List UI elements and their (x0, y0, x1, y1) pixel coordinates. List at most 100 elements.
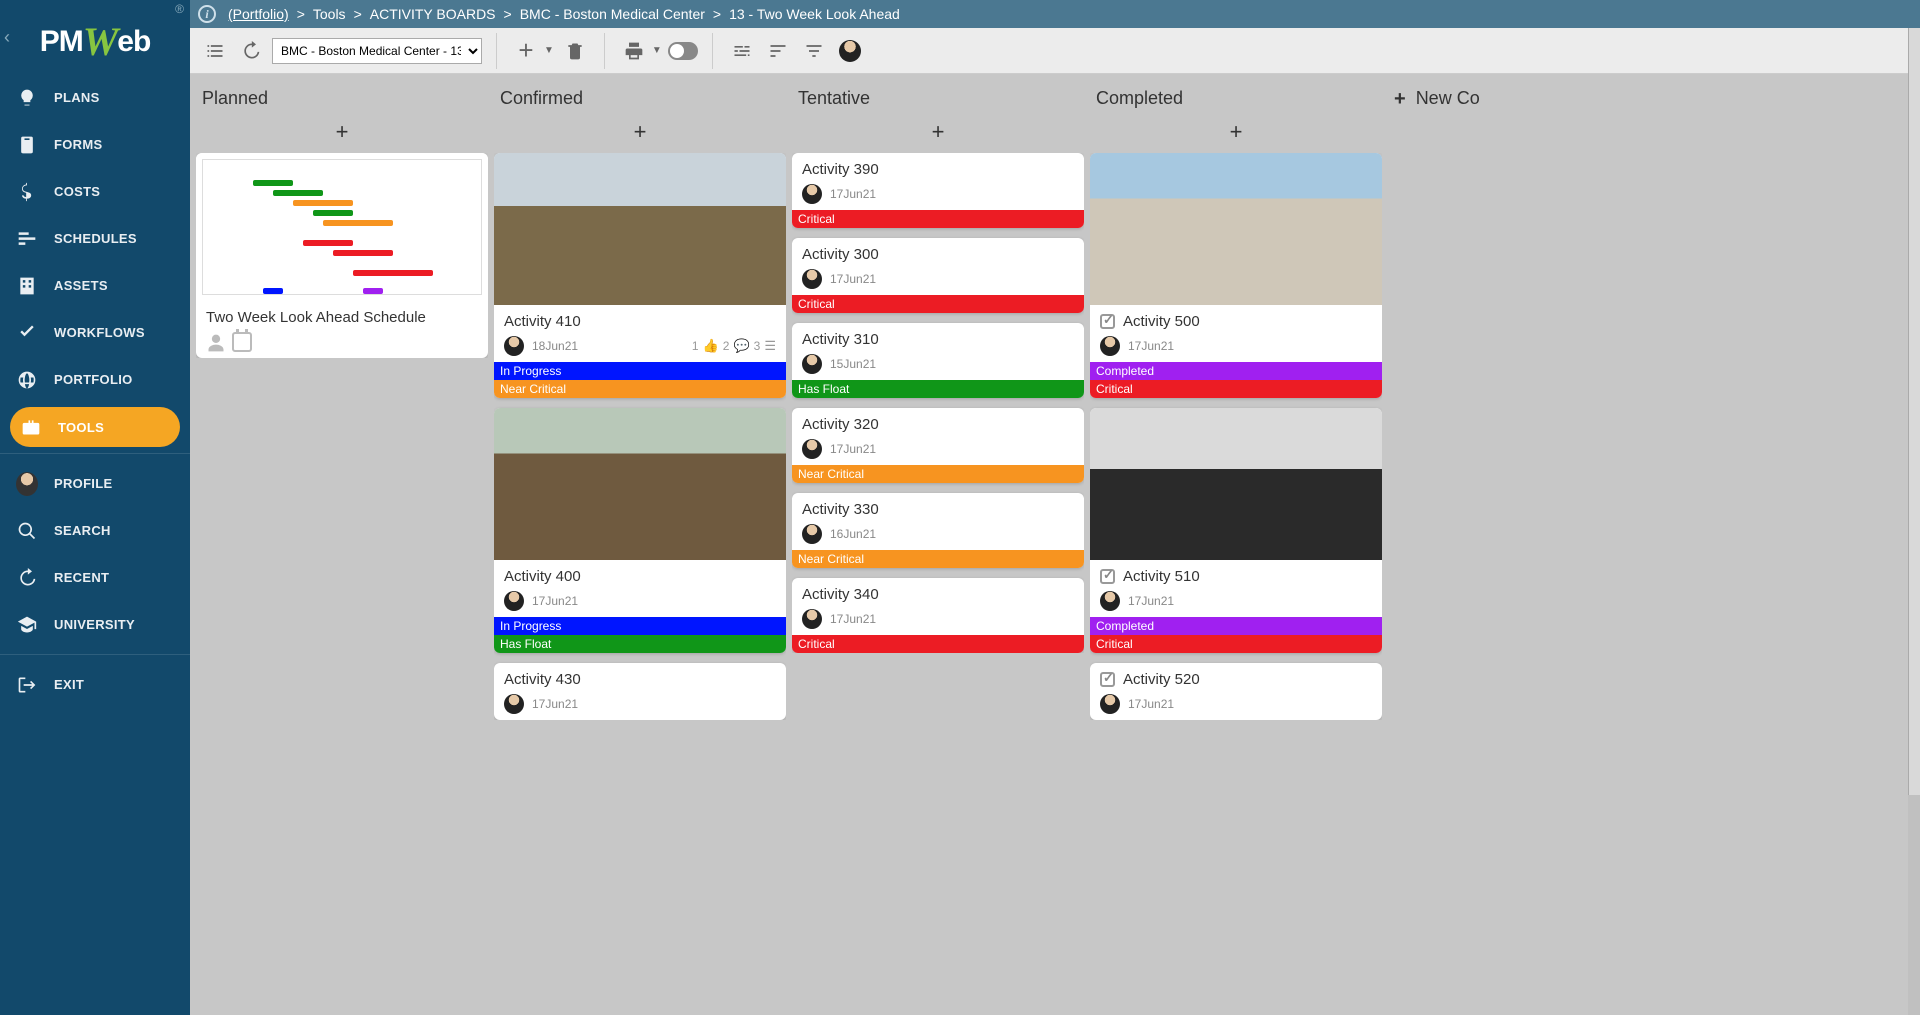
card-title: Activity 340 (802, 586, 1074, 603)
avatar-icon (504, 336, 524, 356)
card-activity-520[interactable]: Activity 520 17Jun21 (1090, 663, 1382, 720)
card-title: Activity 500 (1123, 313, 1200, 330)
breadcrumb-sep: > (504, 6, 512, 22)
avatar-icon (1100, 694, 1120, 714)
graduation-icon (16, 614, 38, 636)
card-activity-410[interactable]: Activity 410 18Jun21 1👍 2💬 3☰ In Progres… (494, 153, 786, 398)
avatar-icon (504, 591, 524, 611)
card-activity-510[interactable]: Activity 510 17Jun21 Completed Critical (1090, 408, 1382, 653)
add-card-button[interactable]: + (1090, 117, 1382, 153)
thumbs-up-icon: 👍 (703, 338, 719, 354)
add-card-button[interactable]: + (494, 117, 786, 153)
sidebar-item-assets[interactable]: ASSETS (0, 262, 190, 309)
card-date: 17Jun21 (532, 697, 578, 711)
kanban-board: Planned + (190, 74, 1908, 1015)
checkbox-icon[interactable] (1100, 314, 1115, 329)
likes-count: 1 (692, 339, 699, 353)
sidebar-item-search[interactable]: SEARCH (0, 507, 190, 554)
sidebar-item-university[interactable]: UNIVERSITY (0, 601, 190, 648)
avatar-icon (1100, 336, 1120, 356)
card-title: Activity 310 (802, 331, 1074, 348)
plus-icon: + (1394, 88, 1406, 111)
sidebar-item-recent[interactable]: RECENT (0, 554, 190, 601)
checkbox-icon[interactable] (1100, 569, 1115, 584)
add-dropdown-icon[interactable]: ▼ (544, 45, 554, 56)
avatar-icon (802, 354, 822, 374)
breadcrumb-project[interactable]: BMC - Boston Medical Center (520, 6, 705, 22)
comment-icon: 💬 (733, 338, 749, 354)
card-activity-330[interactable]: Activity 330 16Jun21 Near Critical (792, 493, 1084, 568)
tag-critical: Critical (1090, 635, 1382, 653)
tag-completed: Completed (1090, 362, 1382, 380)
card-title: Activity 320 (802, 416, 1074, 433)
card-activity-430[interactable]: Activity 430 17Jun21 (494, 663, 786, 720)
card-activity-300[interactable]: Activity 300 17Jun21 Critical (792, 238, 1084, 313)
settings-sliders-icon[interactable] (727, 36, 757, 66)
column-title: Tentative (792, 84, 1084, 117)
toolbar-separator (712, 33, 713, 69)
sidebar-item-plans[interactable]: PLANS (0, 74, 190, 121)
breadcrumb-portfolio[interactable]: (Portfolio) (228, 6, 289, 22)
print-icon[interactable] (619, 36, 649, 66)
tag-near-critical: Near Critical (792, 550, 1084, 568)
history-icon[interactable] (236, 36, 266, 66)
column-title: Planned (196, 84, 488, 117)
vertical-scrollbar[interactable]: ▲ (1908, 0, 1920, 795)
sidebar-item-tools[interactable]: TOOLS (10, 407, 180, 447)
card-title: Activity 330 (802, 501, 1074, 518)
avatar-icon (16, 473, 38, 495)
add-card-button[interactable]: + (196, 117, 488, 153)
user-avatar-icon[interactable] (835, 36, 865, 66)
sidebar-item-label: UNIVERSITY (54, 617, 135, 632)
board-selector[interactable]: BMC - Boston Medical Center - 13 - Two W… (272, 38, 482, 64)
info-icon[interactable]: i (198, 5, 216, 23)
card-activity-400[interactable]: Activity 400 17Jun21 In Progress Has Flo… (494, 408, 786, 653)
checkbox-icon[interactable] (1100, 672, 1115, 687)
card-activity-340[interactable]: Activity 340 17Jun21 Critical (792, 578, 1084, 653)
sidebar-item-label: FORMS (54, 137, 102, 152)
column-planned: Planned + (196, 84, 488, 1005)
delete-icon[interactable] (560, 36, 590, 66)
filter-icon[interactable] (799, 36, 829, 66)
breadcrumb: i (Portfolio) > Tools > ACTIVITY BOARDS … (190, 0, 1920, 28)
card-title: Activity 520 (1123, 671, 1200, 688)
sidebar-item-label: PLANS (54, 90, 100, 105)
toggle-switch[interactable] (668, 36, 698, 66)
sort-desc-icon[interactable] (763, 36, 793, 66)
tag-completed: Completed (1090, 617, 1382, 635)
breadcrumb-tools[interactable]: Tools (313, 6, 346, 22)
collapse-sidebar-icon[interactable]: ‹ (4, 27, 10, 48)
column-title: Completed (1090, 84, 1382, 117)
breadcrumb-sep: > (713, 6, 721, 22)
sidebar-item-profile[interactable]: PROFILE (0, 460, 190, 507)
add-card-button[interactable]: + (792, 117, 1084, 153)
sidebar-item-schedules[interactable]: SCHEDULES (0, 215, 190, 262)
sidebar-item-exit[interactable]: EXIT (0, 661, 190, 708)
sidebar-item-portfolio[interactable]: PORTFOLIO (0, 356, 190, 403)
toolbar-separator (604, 33, 605, 69)
card-activity-310[interactable]: Activity 310 15Jun21 Has Float (792, 323, 1084, 398)
dollar-icon (16, 181, 38, 203)
print-dropdown-icon[interactable]: ▼ (652, 45, 662, 56)
card-activity-500[interactable]: Activity 500 17Jun21 Completed Critical (1090, 153, 1382, 398)
list-view-icon[interactable] (200, 36, 230, 66)
sidebar-item-forms[interactable]: FORMS (0, 121, 190, 168)
card-activity-390[interactable]: Activity 390 17Jun21 Critical (792, 153, 1084, 228)
app-logo: ‹ PMWeb ® (0, 0, 190, 74)
exit-icon (16, 674, 38, 696)
sidebar-item-costs[interactable]: COSTS (0, 168, 190, 215)
add-icon[interactable]: + (511, 36, 541, 66)
card-activity-320[interactable]: Activity 320 17Jun21 Near Critical (792, 408, 1084, 483)
add-column-button[interactable]: + New Co (1388, 84, 1498, 1005)
sidebar-item-label: ASSETS (54, 278, 108, 293)
card-date: 17Jun21 (532, 594, 578, 608)
card-date: 17Jun21 (1128, 339, 1174, 353)
card-two-week-schedule[interactable]: Two Week Look Ahead Schedule (196, 153, 488, 358)
tag-in-progress: In Progress (494, 617, 786, 635)
tag-near-critical: Near Critical (494, 380, 786, 398)
breadcrumb-board[interactable]: 13 - Two Week Look Ahead (729, 6, 900, 22)
sidebar-item-label: SCHEDULES (54, 231, 137, 246)
breadcrumb-activity-boards[interactable]: ACTIVITY BOARDS (370, 6, 496, 22)
card-date: 15Jun21 (830, 357, 876, 371)
sidebar-item-workflows[interactable]: WORKFLOWS (0, 309, 190, 356)
